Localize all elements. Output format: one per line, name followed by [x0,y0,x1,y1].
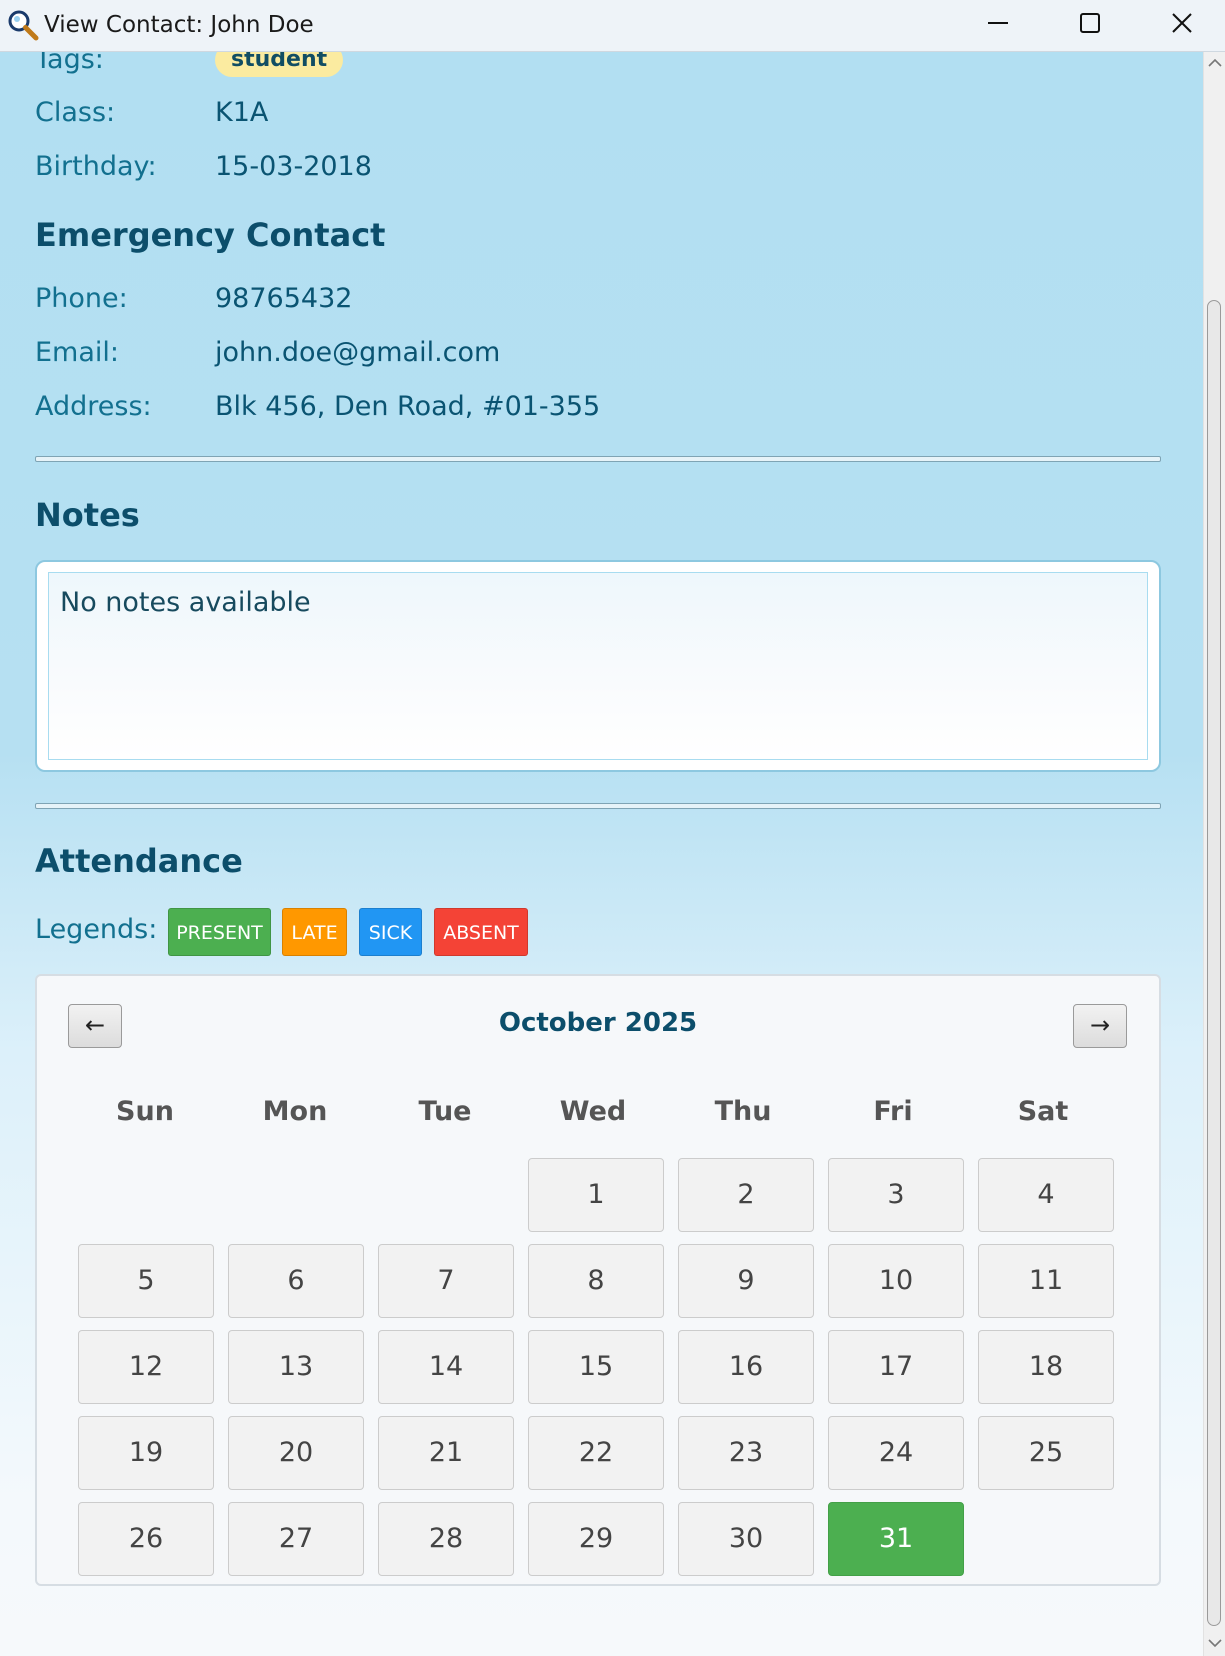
notes-text: No notes available [60,587,311,618]
close-icon [1171,12,1193,38]
class-label: Class: [35,97,116,128]
legend-late: LATE [282,908,347,956]
calendar-day[interactable]: 14 [378,1330,514,1404]
emergency-contact-heading: Emergency Contact [35,216,386,254]
calendar-day-present[interactable]: 31 [828,1502,964,1576]
calendar-day[interactable]: 19 [78,1416,214,1490]
calendar-day[interactable]: 20 [228,1416,364,1490]
minimize-button[interactable] [952,0,1044,50]
calendar-day[interactable]: 22 [528,1416,664,1490]
calendar-day[interactable]: 24 [828,1416,964,1490]
magnifier-icon [6,8,40,42]
phone-label: Phone: [35,283,128,314]
calendar-day[interactable]: 9 [678,1244,814,1318]
legend-present: PRESENT [168,908,271,956]
calendar-day[interactable]: 3 [828,1158,964,1232]
vertical-scrollbar[interactable] [1203,52,1225,1656]
calendar-day[interactable]: 15 [528,1330,664,1404]
separator [35,456,1161,462]
next-month-button[interactable]: → [1073,1004,1127,1048]
scrollbar-thumb[interactable] [1207,300,1221,1626]
weekday-header: Sun [116,1096,174,1127]
legends-label: Legends: [35,914,158,945]
phone-value: 98765432 [215,283,353,314]
calendar-day[interactable]: 2 [678,1158,814,1232]
window-title: View Contact: John Doe [44,12,314,38]
weekday-header: Mon [262,1096,328,1127]
birthday-label: Birthday: [35,151,157,182]
calendar-day[interactable]: 25 [978,1416,1114,1490]
calendar-day[interactable]: 26 [78,1502,214,1576]
close-button[interactable] [1136,0,1225,50]
address-label: Address: [35,391,152,422]
calendar-day[interactable]: 29 [528,1502,664,1576]
email-label: Email: [35,337,120,368]
weekday-header: Fri [873,1096,913,1127]
tag-chip: student [215,52,344,77]
maximize-button[interactable] [1044,0,1136,50]
scroll-up-arrow-icon[interactable] [1204,52,1225,74]
legend-absent: ABSENT [434,908,528,956]
birthday-value: 15-03-2018 [215,151,372,182]
scroll-down-arrow-icon[interactable] [1204,1632,1225,1654]
calendar-day[interactable]: 27 [228,1502,364,1576]
calendar-day[interactable]: 4 [978,1158,1114,1232]
calendar-day[interactable]: 5 [78,1244,214,1318]
calendar-day[interactable]: 12 [78,1330,214,1404]
legend-sick: SICK [359,908,422,956]
notes-heading: Notes [35,496,140,534]
weekday-header: Tue [418,1096,472,1127]
attendance-heading: Attendance [35,842,243,880]
calendar-day[interactable]: 8 [528,1244,664,1318]
title-bar: View Contact: John Doe [0,0,1225,52]
contact-details-panel[interactable]: Tags: student Class: K1A Birthday: 15-03… [0,52,1203,1656]
calendar-day[interactable]: 30 [678,1502,814,1576]
month-title: October 2025 [498,1008,698,1038]
calendar-day[interactable]: 18 [978,1330,1114,1404]
calendar-day[interactable]: 28 [378,1502,514,1576]
calendar-day[interactable]: 13 [228,1330,364,1404]
calendar-day[interactable]: 10 [828,1244,964,1318]
calendar-day[interactable]: 11 [978,1244,1114,1318]
calendar-day[interactable]: 16 [678,1330,814,1404]
weekday-header: Wed [559,1096,627,1127]
attendance-calendar: ← October 2025 → Sun Mon Tue Wed Thu Fri… [35,974,1161,1586]
address-value: Blk 456, Den Road, #01-355 [215,391,601,422]
minimize-icon [987,12,1009,38]
view-contact-window: View Contact: John Doe Tags: student Cla… [0,0,1225,1656]
class-value: K1A [215,97,269,128]
notes-textarea[interactable]: No notes available [48,572,1148,760]
calendar-day[interactable]: 23 [678,1416,814,1490]
weekday-header: Sat [1017,1096,1069,1127]
calendar-day[interactable]: 21 [378,1416,514,1490]
weekday-header: Thu [714,1096,772,1127]
tags-label: Tags: [35,52,104,75]
calendar-day[interactable]: 1 [528,1158,664,1232]
maximize-icon [1079,12,1101,38]
separator [35,803,1161,809]
calendar-day[interactable]: 7 [378,1244,514,1318]
calendar-day[interactable]: 6 [228,1244,364,1318]
notes-box: No notes available [35,560,1161,772]
email-value: john.doe@gmail.com [215,337,501,368]
calendar-day[interactable]: 17 [828,1330,964,1404]
